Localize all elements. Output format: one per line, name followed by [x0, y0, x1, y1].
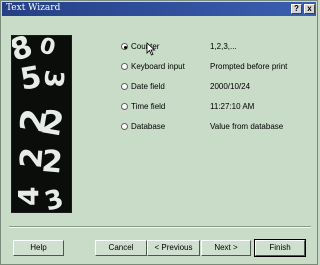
radio-date-field[interactable]: [121, 83, 128, 90]
title-bar[interactable]: Text Wizard ? x: [2, 2, 316, 16]
radio-database[interactable]: [121, 123, 128, 130]
option-label: Keyboard input: [131, 62, 185, 71]
radio-keyboard-input[interactable]: [121, 63, 128, 70]
title-help-button[interactable]: ?: [291, 4, 302, 14]
option-value: Prompted before print: [210, 62, 288, 71]
finish-button[interactable]: Finish: [254, 239, 306, 257]
option-value: 1,2,3,...: [210, 42, 237, 51]
help-button[interactable]: Help: [13, 240, 64, 256]
option-label: Date field: [131, 82, 165, 91]
option-value: 11:27:10 AM: [210, 102, 255, 111]
previous-button[interactable]: < Previous: [147, 240, 200, 256]
mouse-pointer-icon: [146, 42, 156, 56]
next-button[interactable]: Next >: [201, 240, 251, 256]
close-button[interactable]: x: [304, 4, 315, 14]
option-label: Database: [131, 122, 166, 131]
window-title: Text Wizard: [6, 3, 61, 13]
text-wizard-dialog: Text Wizard ? x 8 0 5 3 2 2 2 2 4 3 Coun…: [0, 0, 318, 265]
digits-image-graphic: 8 0 5 3 2 2 2 2 4 3: [12, 36, 71, 212]
svg-text:4: 4: [12, 187, 45, 206]
svg-text:2: 2: [40, 144, 64, 181]
radio-time-field[interactable]: [121, 103, 128, 110]
cancel-button[interactable]: Cancel: [95, 240, 147, 256]
option-label: Time field: [131, 102, 166, 111]
option-value: 2000/10/24: [210, 82, 251, 91]
button-separator: [9, 226, 311, 228]
option-value: Value from database: [210, 122, 284, 131]
wizard-image: 8 0 5 3 2 2 2 2 4 3: [11, 35, 72, 213]
radio-counter[interactable]: [121, 43, 128, 50]
svg-text:3: 3: [37, 68, 68, 89]
